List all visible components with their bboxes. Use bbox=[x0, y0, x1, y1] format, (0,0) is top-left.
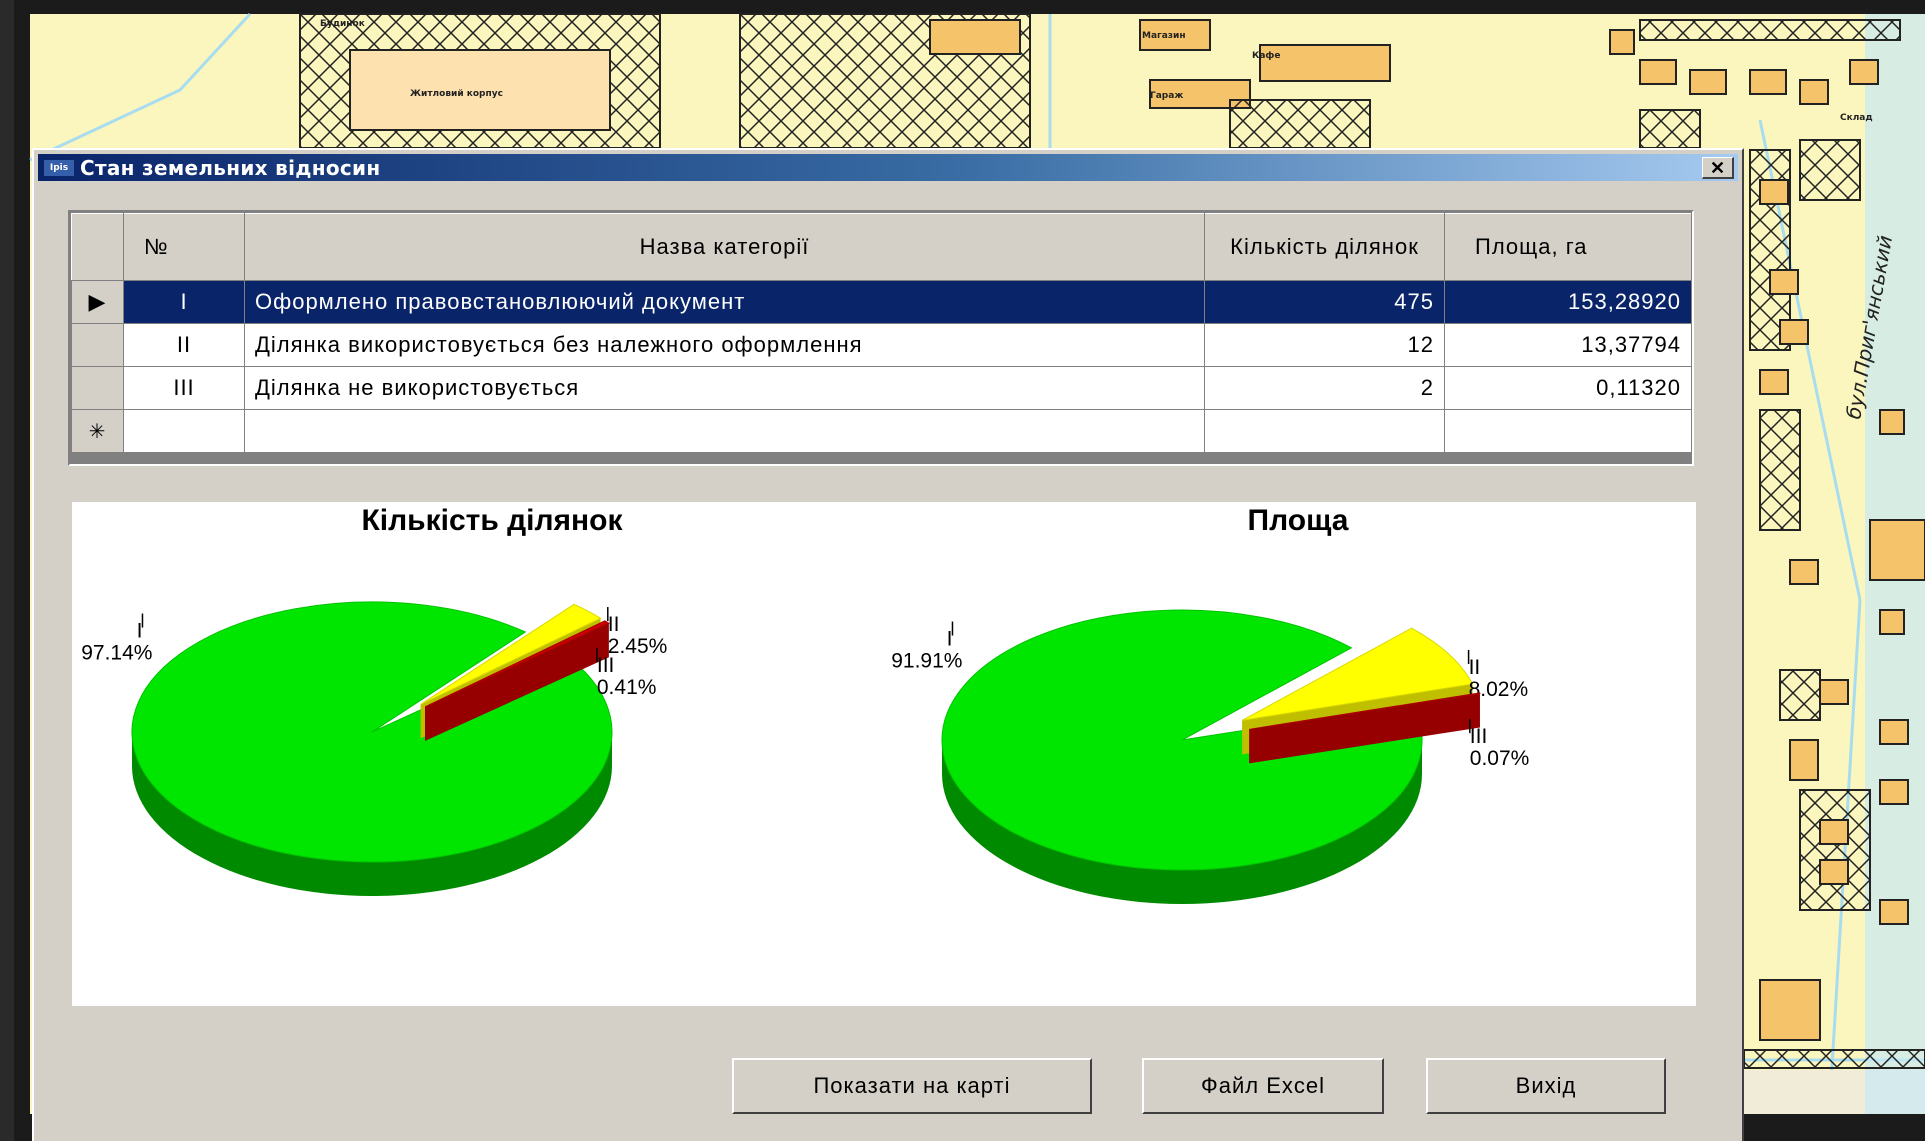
row-area[interactable]: 0,11320 bbox=[1444, 366, 1692, 410]
row-indicator[interactable] bbox=[71, 323, 124, 367]
slice-percent-label: 0.41% bbox=[597, 676, 657, 699]
exit-button[interactable]: Вихід bbox=[1426, 1058, 1666, 1114]
slice-percent-label: 0.07% bbox=[1470, 747, 1530, 770]
category-table: № Назва категорії Кількість ділянок Площ… bbox=[71, 213, 1692, 453]
new-row-indicator[interactable]: ✳ bbox=[71, 409, 124, 453]
table-row[interactable]: ▶ I Оформлено правовстановлюючий докумен… bbox=[71, 280, 1692, 324]
new-row[interactable]: ✳ bbox=[71, 409, 1692, 453]
slice-category-label: I bbox=[137, 620, 143, 643]
row-name[interactable]: Ділянка використовується без належного о… bbox=[244, 323, 1205, 367]
chart-title: Кількість ділянок bbox=[361, 504, 623, 537]
close-button[interactable]: ✕ bbox=[1702, 157, 1734, 179]
slice-category-label: II bbox=[1469, 656, 1481, 679]
column-header-name[interactable]: Назва категорії bbox=[244, 213, 1205, 281]
row-number[interactable]: III bbox=[123, 366, 245, 410]
charts-svg: Кількість ділянокI97.14%II2.45%III0.41%П… bbox=[81, 504, 1529, 904]
row-count[interactable]: 2 bbox=[1204, 366, 1445, 410]
charts-panel: Кількість ділянок I 97.14% II 2.45% III 0.41% П… bbox=[72, 502, 1696, 1006]
svg-text:Магазин: Магазин bbox=[1142, 31, 1186, 41]
table-row[interactable]: III Ділянка не використовується 2 0,1132… bbox=[71, 366, 1692, 410]
chart-title: Площа bbox=[1248, 504, 1349, 537]
data-grid: № Назва категорії Кількість ділянок Площ… bbox=[68, 210, 1694, 466]
dialog-title: Стан земельних відносин bbox=[80, 155, 381, 180]
dialog-window: Ipis Стан земельних відносин ✕ № Назва к… bbox=[32, 148, 1744, 1141]
pie-chart-2: ПлощаI91.91% II8.02%III0.07% bbox=[891, 504, 1529, 904]
table-header-row: № Назва категорії Кількість ділянок Площ… bbox=[71, 213, 1692, 281]
row-indicator[interactable] bbox=[71, 366, 124, 410]
svg-text:Склад: Склад bbox=[1840, 113, 1873, 123]
new-row-cell[interactable] bbox=[1204, 409, 1445, 453]
excel-file-button[interactable]: Файл Excel bbox=[1142, 1058, 1384, 1114]
row-area[interactable]: 153,28920 bbox=[1444, 280, 1692, 324]
pie-chart-1: Кількість ділянок I97.14% II2.45%III0.41% bbox=[81, 504, 667, 896]
row-area[interactable]: 13,37794 bbox=[1444, 323, 1692, 367]
svg-text:Гараж: Гараж bbox=[1150, 91, 1183, 101]
row-number[interactable]: I bbox=[123, 280, 245, 324]
svg-text:Будинок: Будинок bbox=[320, 19, 365, 29]
new-row-cell[interactable] bbox=[244, 409, 1205, 453]
svg-text:Житловий корпус: Житловий корпус bbox=[410, 89, 503, 99]
slice-percent-label: 2.45% bbox=[608, 635, 668, 658]
slice-percent-label: 91.91% bbox=[891, 650, 962, 673]
table-row[interactable]: II Ділянка використовується без належног… bbox=[71, 323, 1692, 367]
new-row-cell[interactable] bbox=[1444, 409, 1692, 453]
svg-text:Кафе: Кафе bbox=[1252, 51, 1280, 61]
indicator-header bbox=[71, 213, 124, 281]
app-icon: Ipis bbox=[44, 159, 74, 176]
slice-category-label: I bbox=[947, 628, 953, 651]
slice-category-label: III bbox=[597, 654, 615, 677]
slice-percent-label: 97.14% bbox=[81, 642, 152, 665]
row-count[interactable]: 475 bbox=[1204, 280, 1445, 324]
column-header-area[interactable]: Площа, га bbox=[1444, 213, 1692, 281]
column-header-number[interactable]: № bbox=[123, 213, 245, 281]
row-name[interactable]: Ділянка не використовується bbox=[244, 366, 1205, 410]
row-name[interactable]: Оформлено правовстановлюючий документ bbox=[244, 280, 1205, 324]
row-indicator[interactable]: ▶ bbox=[71, 280, 124, 324]
show-on-map-button[interactable]: Показати на карті bbox=[732, 1058, 1092, 1114]
slice-category-label: II bbox=[608, 613, 620, 636]
slice-category-label: III bbox=[1470, 725, 1488, 748]
row-count[interactable]: 12 bbox=[1204, 323, 1445, 367]
row-number[interactable]: II bbox=[123, 323, 245, 367]
title-bar[interactable]: Ipis Стан земельних відносин ✕ bbox=[38, 154, 1738, 181]
column-header-count[interactable]: Кількість ділянок bbox=[1204, 213, 1445, 281]
new-row-cell[interactable] bbox=[123, 409, 245, 453]
